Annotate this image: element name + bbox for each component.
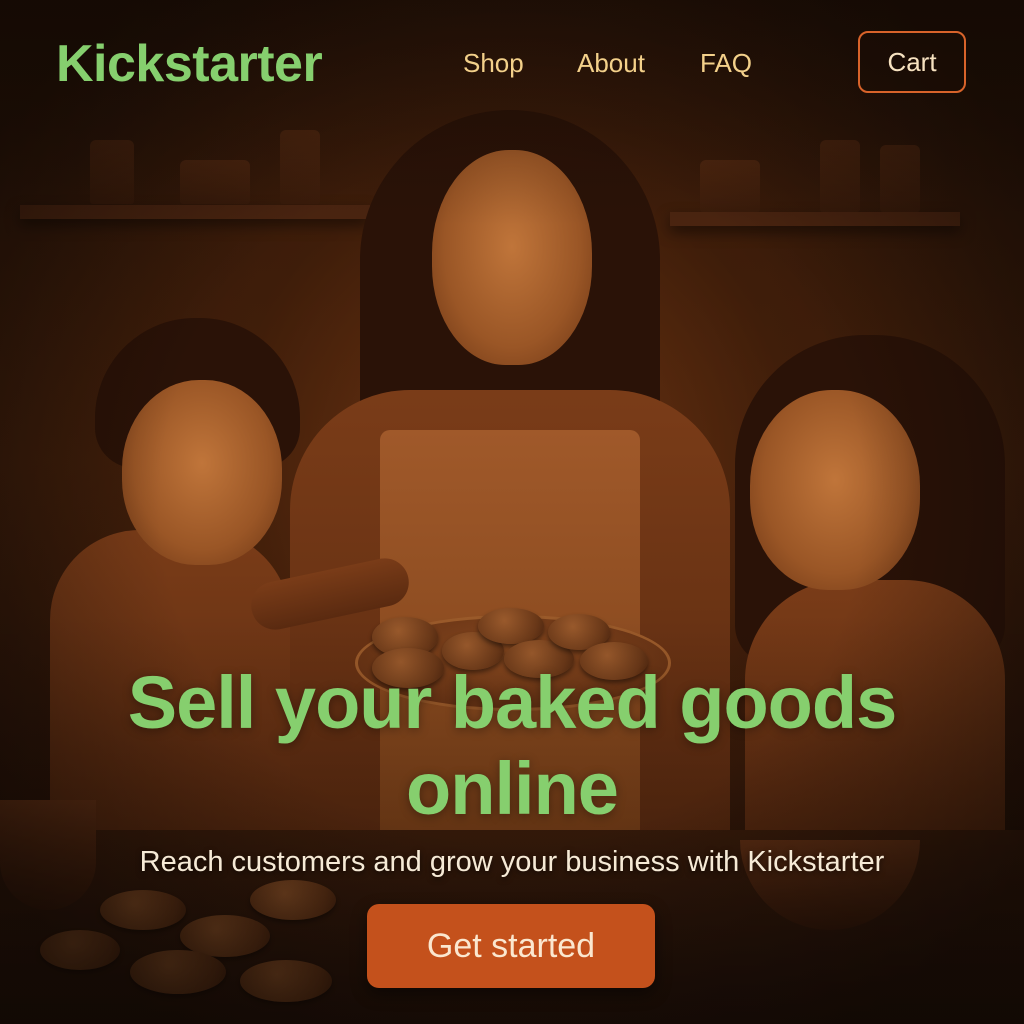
brand-logo[interactable]: Kickstarter <box>56 34 323 94</box>
get-started-button[interactable]: Get started <box>367 904 655 988</box>
landing-page: Kickstarter Shop About FAQ Cart Sell you… <box>0 0 1024 1024</box>
hero-subtitle: Reach customers and grow your business w… <box>139 846 885 878</box>
nav-link-shop[interactable]: Shop <box>463 48 524 79</box>
hero-headline-line-1: Sell your baked goods <box>127 661 898 744</box>
hero-headline-line-2: online <box>406 747 619 830</box>
hero-headline: Sell your baked goods online <box>0 660 1024 832</box>
nav-link-faq[interactable]: FAQ <box>700 48 752 79</box>
cart-button[interactable]: Cart <box>858 31 966 93</box>
nav-link-about[interactable]: About <box>577 48 645 79</box>
